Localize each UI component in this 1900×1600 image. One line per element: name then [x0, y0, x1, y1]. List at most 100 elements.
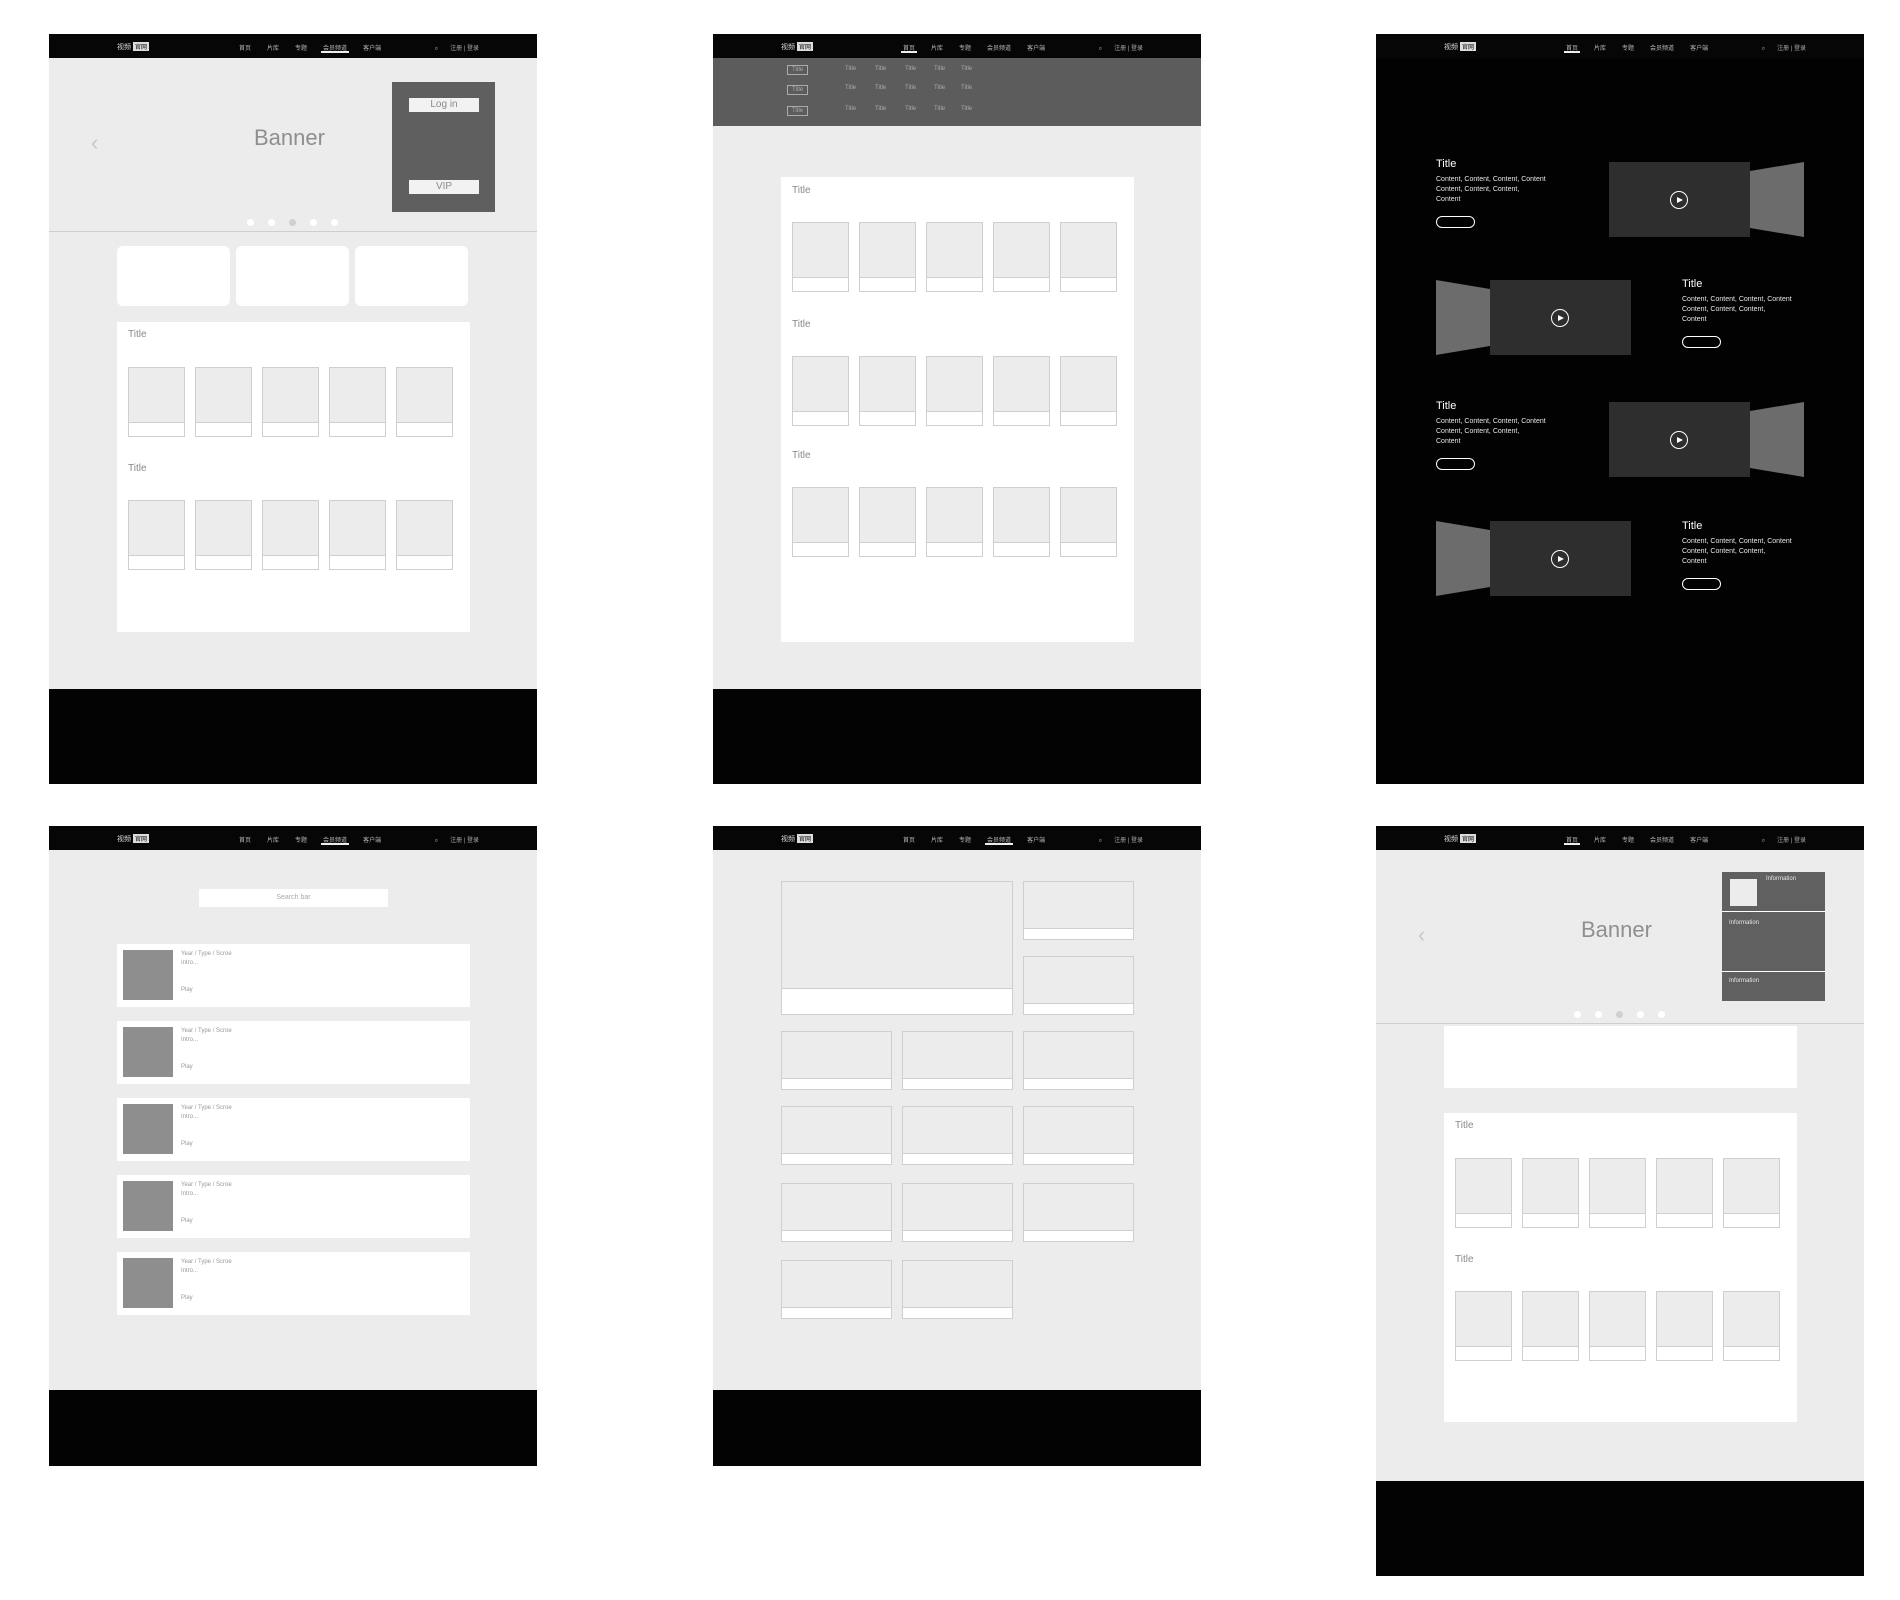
account-links[interactable]: 注册 | 登录 — [450, 46, 479, 52]
nav-item-topics[interactable]: 专题 — [959, 43, 971, 52]
nav-item-client[interactable]: 客户端 — [1027, 835, 1045, 844]
filter-label[interactable]: Title — [787, 65, 809, 75]
nav-item-client[interactable]: 客户端 — [1690, 835, 1708, 844]
media-card[interactable] — [1723, 1291, 1780, 1361]
chevron-left-icon[interactable]: ‹ — [91, 130, 98, 156]
nav-item-home[interactable]: 首页 — [1563, 43, 1581, 53]
filter-option[interactable]: Title — [845, 106, 856, 112]
topic-button[interactable] — [1682, 336, 1721, 348]
chevron-left-icon[interactable]: ‹ — [1418, 922, 1425, 948]
media-card[interactable] — [859, 356, 916, 426]
media-card[interactable] — [396, 367, 453, 437]
promo-card[interactable] — [236, 246, 349, 306]
nav-item-topics[interactable]: 专题 — [959, 835, 971, 844]
list-item[interactable]: Year / Type / Scroe Intro... Play — [117, 1175, 470, 1238]
filter-option[interactable]: Title — [934, 106, 945, 112]
search-icon[interactable]: ⌕ — [435, 46, 438, 52]
filter-label[interactable]: Title — [787, 85, 809, 95]
play-link[interactable]: Play — [181, 1295, 193, 1301]
play-icon[interactable] — [1670, 431, 1688, 449]
logo[interactable]: 视频 官网 — [1444, 42, 1477, 52]
nav-item-home[interactable]: 首页 — [903, 835, 915, 844]
nav-item-vip[interactable]: 会员频道 — [1650, 43, 1674, 52]
play-link[interactable]: Play — [181, 1141, 193, 1147]
nav-item-vip[interactable]: 会员频道 — [987, 43, 1011, 52]
media-card[interactable] — [993, 222, 1050, 292]
nav-item-home[interactable]: 首页 — [239, 43, 251, 52]
media-card[interactable] — [859, 487, 916, 557]
play-icon[interactable] — [1670, 191, 1688, 209]
media-card[interactable] — [1723, 1158, 1780, 1228]
nav-item-vip[interactable]: 会员频道 — [985, 835, 1014, 845]
nav-item-vip[interactable]: 会员频道 — [321, 43, 350, 53]
info-item[interactable]: Information — [1722, 872, 1825, 912]
media-card[interactable] — [926, 356, 983, 426]
media-card[interactable] — [128, 367, 185, 437]
grid-tile[interactable] — [1023, 881, 1134, 940]
media-card[interactable] — [1589, 1158, 1646, 1228]
media-card[interactable] — [1522, 1291, 1579, 1361]
account-links[interactable]: 注册 | 登录 — [1114, 838, 1143, 844]
grid-tile[interactable] — [1023, 956, 1134, 1015]
media-card[interactable] — [1060, 487, 1117, 557]
grid-tile[interactable] — [1023, 1183, 1134, 1242]
promo-card[interactable] — [117, 246, 230, 306]
thumbnail[interactable] — [123, 1258, 173, 1308]
nav-item-topics[interactable]: 专题 — [295, 835, 307, 844]
play-icon[interactable] — [1551, 550, 1569, 568]
video-player[interactable] — [1490, 521, 1631, 596]
nav-item-library[interactable]: 片库 — [267, 43, 279, 52]
media-card[interactable] — [396, 500, 453, 570]
media-card[interactable] — [329, 500, 386, 570]
media-card[interactable] — [1656, 1158, 1713, 1228]
media-card[interactable] — [792, 356, 849, 426]
logo[interactable]: 视频 官网 — [781, 42, 814, 52]
logo[interactable]: 视频 官网 — [117, 834, 150, 844]
logo[interactable]: 视频 官网 — [1444, 834, 1477, 844]
nav-item-library[interactable]: 片库 — [267, 835, 279, 844]
filter-option[interactable]: Title — [875, 106, 886, 112]
nav-item-topics[interactable]: 专题 — [295, 43, 307, 52]
thumbnail[interactable] — [123, 1027, 173, 1077]
nav-item-library[interactable]: 片库 — [931, 835, 943, 844]
media-card[interactable] — [859, 222, 916, 292]
video-player[interactable] — [1490, 280, 1631, 355]
nav-item-library[interactable]: 片库 — [1594, 43, 1606, 52]
info-item[interactable]: Information — [1722, 972, 1825, 1001]
grid-tile[interactable] — [902, 1106, 1013, 1165]
media-card[interactable] — [1656, 1291, 1713, 1361]
grid-tile[interactable] — [902, 1260, 1013, 1319]
media-card[interactable] — [1060, 222, 1117, 292]
promo-strip[interactable] — [1444, 1026, 1797, 1088]
media-card[interactable] — [1455, 1291, 1512, 1361]
info-item[interactable]: Information — [1722, 912, 1825, 972]
banner[interactable]: ‹ Banner Log in VIP — [49, 58, 537, 232]
grid-tile[interactable] — [902, 1183, 1013, 1242]
filter-option[interactable]: Title — [845, 66, 856, 72]
list-item[interactable]: Year / Type / Scroe Intro... Play — [117, 1252, 470, 1315]
banner[interactable]: ‹ Banner Information Information Informa… — [1376, 850, 1864, 1024]
play-link[interactable]: Play — [181, 987, 193, 993]
media-card[interactable] — [926, 487, 983, 557]
grid-tile[interactable] — [1023, 1106, 1134, 1165]
media-card[interactable] — [195, 500, 252, 570]
nav-item-client[interactable]: 客户端 — [363, 43, 381, 52]
search-icon[interactable]: ⌕ — [1762, 838, 1765, 844]
filter-option[interactable]: Title — [905, 106, 916, 112]
login-button[interactable]: Log in — [409, 98, 479, 112]
nav-item-client[interactable]: 客户端 — [1027, 43, 1045, 52]
nav-item-library[interactable]: 片库 — [931, 43, 943, 52]
thumbnail[interactable] — [123, 950, 173, 1000]
media-card[interactable] — [128, 500, 185, 570]
search-icon[interactable]: ⌕ — [1762, 46, 1765, 52]
list-item[interactable]: Year / Type / Scroe Intro... Play — [117, 1098, 470, 1161]
grid-tile[interactable] — [781, 1183, 892, 1242]
nav-item-home[interactable]: 首页 — [239, 835, 251, 844]
carousel-dots[interactable] — [247, 219, 338, 226]
play-icon[interactable] — [1551, 309, 1569, 327]
media-card[interactable] — [262, 500, 319, 570]
nav-item-client[interactable]: 客户端 — [363, 835, 381, 844]
grid-tile[interactable] — [1023, 1031, 1134, 1090]
video-player[interactable] — [1609, 162, 1750, 237]
play-link[interactable]: Play — [181, 1218, 193, 1224]
